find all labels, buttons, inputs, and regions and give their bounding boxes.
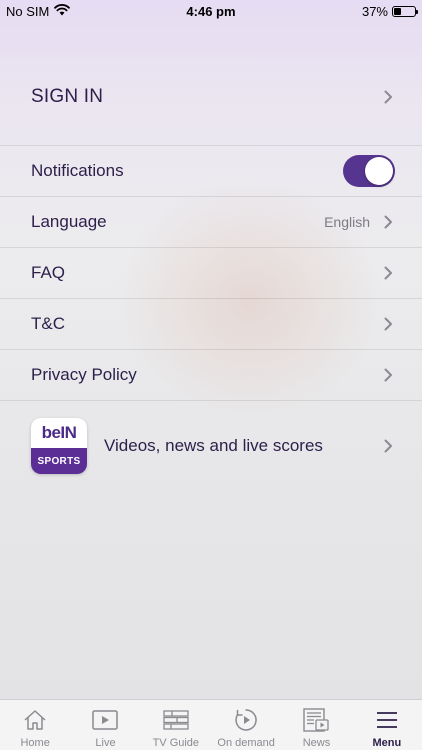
- tab-tv-guide-label: TV Guide: [152, 737, 200, 749]
- status-right: 37%: [361, 4, 418, 19]
- status-time: 4:46 pm: [186, 4, 236, 19]
- chevron-right-icon: [382, 265, 394, 281]
- toggle-knob: [365, 157, 393, 185]
- language-value: English: [324, 214, 370, 230]
- bein-sports-app-row[interactable]: beIN SPORTS Videos, news and live scores: [0, 401, 422, 491]
- faq-label: FAQ: [31, 263, 66, 282]
- sign-in-label: SIGN IN: [31, 85, 104, 107]
- tab-live-label: Live: [95, 737, 116, 749]
- tab-home[interactable]: Home: [0, 700, 70, 750]
- tab-tv-guide[interactable]: TV Guide: [141, 700, 211, 750]
- battery-level: [394, 8, 402, 15]
- home-icon: [21, 707, 49, 733]
- language-row[interactable]: Language English: [0, 197, 422, 248]
- chevron-right-icon: [382, 214, 394, 230]
- faq-row[interactable]: FAQ: [0, 248, 422, 299]
- tab-bar: Home Live TV Guide On demand News Menu: [0, 699, 422, 750]
- bein-logo-text: beIN: [41, 423, 77, 442]
- news-icon: [302, 707, 330, 733]
- status-bar: No SIM 4:46 pm 37%: [0, 0, 422, 22]
- promo-label: Videos, news and live scores: [104, 436, 323, 455]
- tab-on-demand-label: On demand: [217, 737, 275, 749]
- play-icon: [91, 707, 119, 733]
- bein-sports-app-icon: beIN SPORTS: [31, 418, 87, 474]
- tab-live[interactable]: Live: [70, 700, 140, 750]
- menu-icon: [373, 707, 401, 733]
- tab-news[interactable]: News: [281, 700, 351, 750]
- app-icon-bottom: SPORTS: [31, 448, 87, 474]
- tab-menu[interactable]: Menu: [352, 700, 422, 750]
- battery-icon: [392, 6, 418, 17]
- chevron-right-icon: [382, 89, 394, 105]
- sports-logo-text: SPORTS: [37, 455, 81, 467]
- privacy-policy-label: Privacy Policy: [31, 365, 137, 384]
- chevron-right-icon: [382, 367, 394, 383]
- tab-on-demand[interactable]: On demand: [211, 700, 281, 750]
- tab-home-label: Home: [20, 737, 50, 749]
- settings-menu: SIGN IN Notifications Language English F…: [0, 48, 422, 491]
- notifications-row: Notifications: [0, 146, 422, 197]
- notifications-label: Notifications: [31, 161, 124, 180]
- tab-menu-label: Menu: [372, 737, 402, 749]
- terms-label: T&C: [31, 314, 65, 333]
- tab-news-label: News: [302, 737, 331, 749]
- terms-row[interactable]: T&C: [0, 299, 422, 350]
- app-icon-top: beIN: [31, 418, 87, 448]
- chevron-right-icon: [382, 438, 394, 454]
- language-label: Language: [31, 212, 107, 231]
- notifications-toggle[interactable]: [343, 155, 395, 187]
- sign-in-row[interactable]: SIGN IN: [0, 48, 422, 146]
- battery-percent: 37%: [361, 4, 388, 19]
- tv-guide-icon: [162, 707, 190, 733]
- chevron-right-icon: [382, 316, 394, 332]
- on-demand-icon: [232, 707, 260, 733]
- privacy-policy-row[interactable]: Privacy Policy: [0, 350, 422, 401]
